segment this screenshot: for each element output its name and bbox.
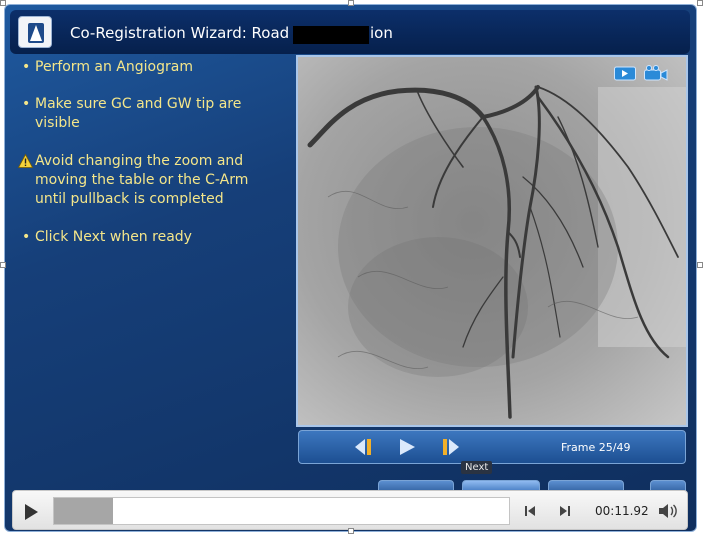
viewer-control-bar: Frame 25/49 — [298, 430, 686, 464]
title-bar: Co-Registration Wizard: Road ion — [10, 10, 690, 54]
bullet-icon: • — [22, 229, 31, 245]
previous-frame-button[interactable] — [523, 504, 537, 518]
instruction-item: Avoid changing the zoom and moving the t… — [18, 152, 288, 209]
seek-progress — [54, 498, 114, 524]
resize-handle[interactable] — [348, 0, 354, 6]
instruction-text: Make sure GC and GW tip are visible — [35, 96, 242, 131]
instruction-text: Avoid changing the zoom and moving the t… — [35, 153, 249, 207]
instruction-item: • Click Next when ready — [18, 228, 288, 247]
title-redaction — [293, 26, 369, 44]
seek-bar[interactable] — [53, 497, 510, 525]
volume-icon[interactable] — [658, 502, 678, 520]
step-back-button[interactable] — [353, 437, 375, 457]
instruction-text: Click Next when ready — [35, 229, 192, 245]
app-logo — [18, 16, 52, 48]
frame-counter: Frame 25/49 — [561, 441, 631, 454]
instruction-item: • Perform an Angiogram — [18, 58, 288, 77]
next-frame-button[interactable] — [558, 504, 572, 518]
warning-icon — [18, 154, 33, 168]
bullet-icon: • — [22, 59, 31, 75]
camera-icon[interactable] — [644, 65, 668, 81]
instruction-text: Perform an Angiogram — [35, 59, 193, 75]
resize-handle[interactable] — [348, 528, 354, 534]
resize-handle[interactable] — [697, 262, 703, 268]
bullet-icon: • — [22, 96, 31, 112]
angiogram-image — [298, 57, 686, 425]
next-tooltip: Next — [461, 461, 493, 474]
video-clip-icon[interactable] — [614, 65, 636, 81]
resize-handle[interactable] — [0, 262, 6, 268]
step-forward-button[interactable] — [439, 437, 461, 457]
play-button[interactable] — [397, 437, 417, 457]
window-title-suffix: ion — [370, 24, 393, 42]
media-play-button[interactable] — [23, 503, 39, 521]
window-title: Co-Registration Wizard: Road — [70, 24, 290, 42]
logo-icon — [28, 23, 44, 43]
media-player-bar: 00:11.92 — [12, 490, 688, 530]
time-display: 00:11.92 — [595, 504, 649, 518]
instruction-item: • Make sure GC and GW tip are visible — [18, 95, 288, 133]
resize-handle[interactable] — [697, 0, 703, 6]
angiogram-viewer[interactable] — [296, 55, 688, 427]
resize-handle[interactable] — [0, 0, 6, 6]
